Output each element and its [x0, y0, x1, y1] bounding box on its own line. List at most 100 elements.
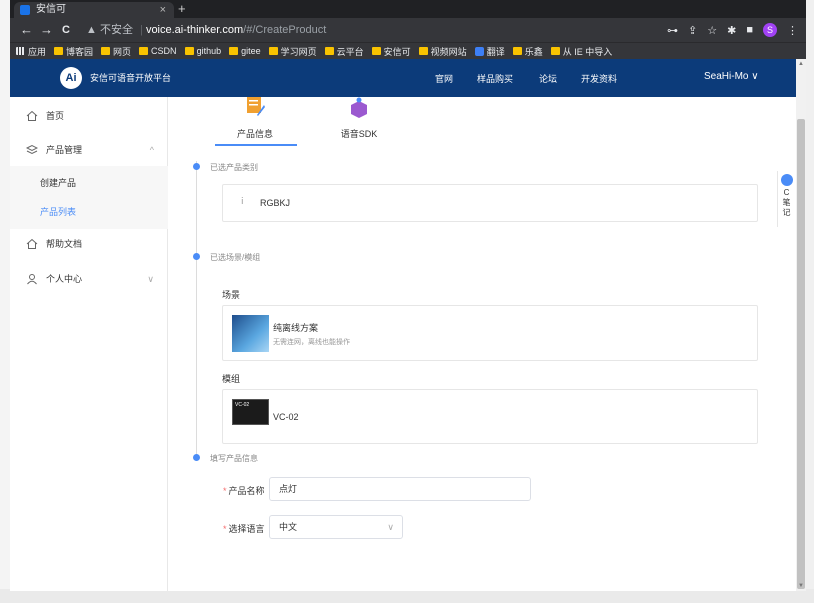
bookmark-item[interactable]: 云平台 — [324, 45, 364, 58]
extensions-icon[interactable]: ✱ — [727, 24, 736, 37]
reload-button[interactable]: C — [62, 22, 70, 38]
tab-voice-sdk[interactable]: 语音SDK — [319, 97, 399, 147]
sidebar-item-home[interactable]: 首页 — [10, 99, 168, 133]
step-dot — [193, 163, 200, 170]
document-edit-icon — [247, 97, 265, 116]
chevron-up-icon: ^ — [149, 145, 154, 155]
sidebar-item-label: 帮助文档 — [46, 239, 83, 249]
chevron-down-icon: ∨ — [387, 522, 394, 532]
nav-forum[interactable]: 论坛 — [539, 72, 557, 85]
bulb-icon: ⅰ — [241, 196, 244, 206]
bookmark-item[interactable]: 安信可 — [371, 45, 411, 58]
browser-window: 安信可 × + ← → C ▲ 不安全 | voice.ai-thinker.c… — [10, 0, 806, 591]
folder-icon — [139, 47, 149, 55]
note-button[interactable]: C笔记 — [777, 171, 795, 227]
bookmark-item[interactable]: 应用 — [16, 45, 46, 58]
module-thumbnail-text: VC-02 — [235, 402, 250, 408]
url-path: /#/CreateProduct — [243, 24, 327, 36]
bookmark-label: CSDN — [151, 46, 177, 56]
favicon-icon — [20, 5, 30, 15]
bookmark-item[interactable]: 乐鑫 — [512, 45, 543, 58]
tab-strip: 安信可 × + — [10, 0, 806, 18]
new-tab-button[interactable]: + — [178, 1, 186, 16]
scene-card[interactable]: 纯离线方案 无需连网，离线也能操作 — [222, 305, 758, 361]
sidebar-item-product-management[interactable]: 产品管理 ^ — [10, 133, 168, 167]
product-name-label: * 产品名称 — [223, 484, 265, 497]
folder-icon — [101, 47, 111, 55]
bookmark-item[interactable]: github — [184, 46, 221, 56]
scene-title: 纯离线方案 — [273, 323, 319, 333]
module-name: VC-02 — [273, 412, 299, 422]
key-icon[interactable]: ⊶ — [667, 24, 678, 37]
language-label-text: 选择语言 — [228, 524, 265, 534]
address-bar[interactable]: ▲ 不安全 | voice.ai-thinker.com/#/CreatePro… — [86, 21, 656, 39]
menu-icon[interactable]: ⋮ — [787, 24, 798, 37]
sidebar-item-personal-center[interactable]: 个人中心 ∨ — [10, 262, 168, 296]
bookmark-item[interactable]: CSDN — [139, 46, 177, 56]
module-card[interactable]: VC-02 VC-02 — [222, 389, 758, 444]
folder-icon — [184, 47, 194, 55]
sidebar-item-product-list[interactable]: 产品列表 — [10, 195, 168, 229]
back-button[interactable]: ← — [20, 22, 33, 38]
tab-close-icon[interactable]: × — [160, 2, 166, 18]
bookmark-item[interactable]: 从 IE 中导入 — [550, 45, 613, 58]
nav-sample-purchase[interactable]: 样品购买 — [477, 72, 513, 85]
language-select[interactable]: 中文 ∨ — [269, 515, 403, 539]
bookmark-label: 安信可 — [383, 46, 411, 57]
bookmark-label: 学习网页 — [280, 46, 317, 57]
user-icon — [27, 274, 37, 285]
scrollbar-thumb[interactable] — [797, 119, 805, 589]
main-content: 产品信息 语音SDK 已选产品类别 ⅰ RGBKJ 已选场景/模组 场景 纯离线… — [169, 97, 796, 591]
category-card: ⅰ RGBKJ — [222, 184, 758, 222]
tab-label: 语音SDK — [340, 129, 378, 139]
site-brand: 安信可语音开放平台 — [90, 73, 172, 83]
home-icon — [26, 110, 38, 121]
folder-icon — [268, 47, 278, 55]
share-icon[interactable]: ⇪ — [688, 24, 697, 37]
page-scrollbar[interactable]: ▲ ▼ — [796, 59, 806, 591]
bookmark-item[interactable]: 网页 — [101, 45, 131, 58]
user-menu[interactable]: SeaHi-Mo ∨ — [704, 71, 759, 82]
folder-icon — [371, 47, 381, 55]
bookmark-label: 网页 — [113, 46, 132, 57]
bookmark-item[interactable]: 视频网站 — [418, 45, 467, 58]
folder-icon — [512, 47, 522, 55]
scroll-up-icon[interactable]: ▲ — [798, 61, 804, 67]
security-indicator[interactable]: ▲ 不安全 — [86, 24, 133, 36]
category-value: RGBKJ — [260, 198, 291, 208]
tab-label: 产品信息 — [236, 129, 273, 139]
sidebar-item-label: 产品管理 — [46, 145, 83, 155]
scene-label: 场景 — [222, 290, 241, 300]
tab-product-info[interactable]: 产品信息 — [215, 97, 297, 147]
folder-icon — [324, 47, 334, 55]
sidebar-item-label: 个人中心 — [46, 274, 83, 284]
bookmark-item[interactable]: gitee — [229, 46, 261, 56]
note-button-label: C笔记 — [782, 188, 791, 217]
bookmark-item[interactable]: 学习网页 — [268, 45, 317, 58]
url-host: voice.ai-thinker.com — [145, 24, 244, 36]
module-thumbnail: VC-02 — [232, 399, 269, 425]
folder-icon — [418, 47, 428, 55]
profile-avatar[interactable]: S — [763, 23, 777, 37]
forward-button[interactable]: → — [40, 22, 53, 38]
bookmark-label: 翻译 — [486, 46, 505, 57]
side-panel-icon[interactable]: ■ — [746, 24, 753, 36]
bookmark-item[interactable]: 翻译 — [474, 45, 505, 58]
browser-tab[interactable]: 安信可 × — [14, 2, 174, 18]
bookmark-label: 从 IE 中导入 — [562, 46, 613, 57]
nav-dev-docs[interactable]: 开发资料 — [581, 72, 617, 85]
language-value: 中文 — [279, 522, 298, 532]
product-name-input[interactable]: 点灯 — [269, 477, 531, 501]
bookmark-item[interactable]: 博客园 — [54, 45, 93, 58]
star-icon[interactable]: ☆ — [707, 24, 717, 37]
nav-official-site[interactable]: 官网 — [435, 72, 453, 85]
step-label-category: 已选产品类别 — [210, 163, 258, 172]
apps-icon — [16, 47, 25, 55]
site-logo[interactable]: Ai — [60, 67, 82, 89]
translate-icon — [474, 46, 484, 56]
sidebar-item-help-docs[interactable]: 帮助文档 — [10, 227, 168, 261]
scroll-down-icon[interactable]: ▼ — [798, 583, 804, 589]
bookmark-label: 云平台 — [336, 46, 364, 57]
site-header: Ai 安信可语音开放平台 官网 样品购买 论坛 开发资料 SeaHi-Mo ∨ — [10, 59, 796, 97]
sidebar-item-label: 产品列表 — [40, 207, 77, 217]
